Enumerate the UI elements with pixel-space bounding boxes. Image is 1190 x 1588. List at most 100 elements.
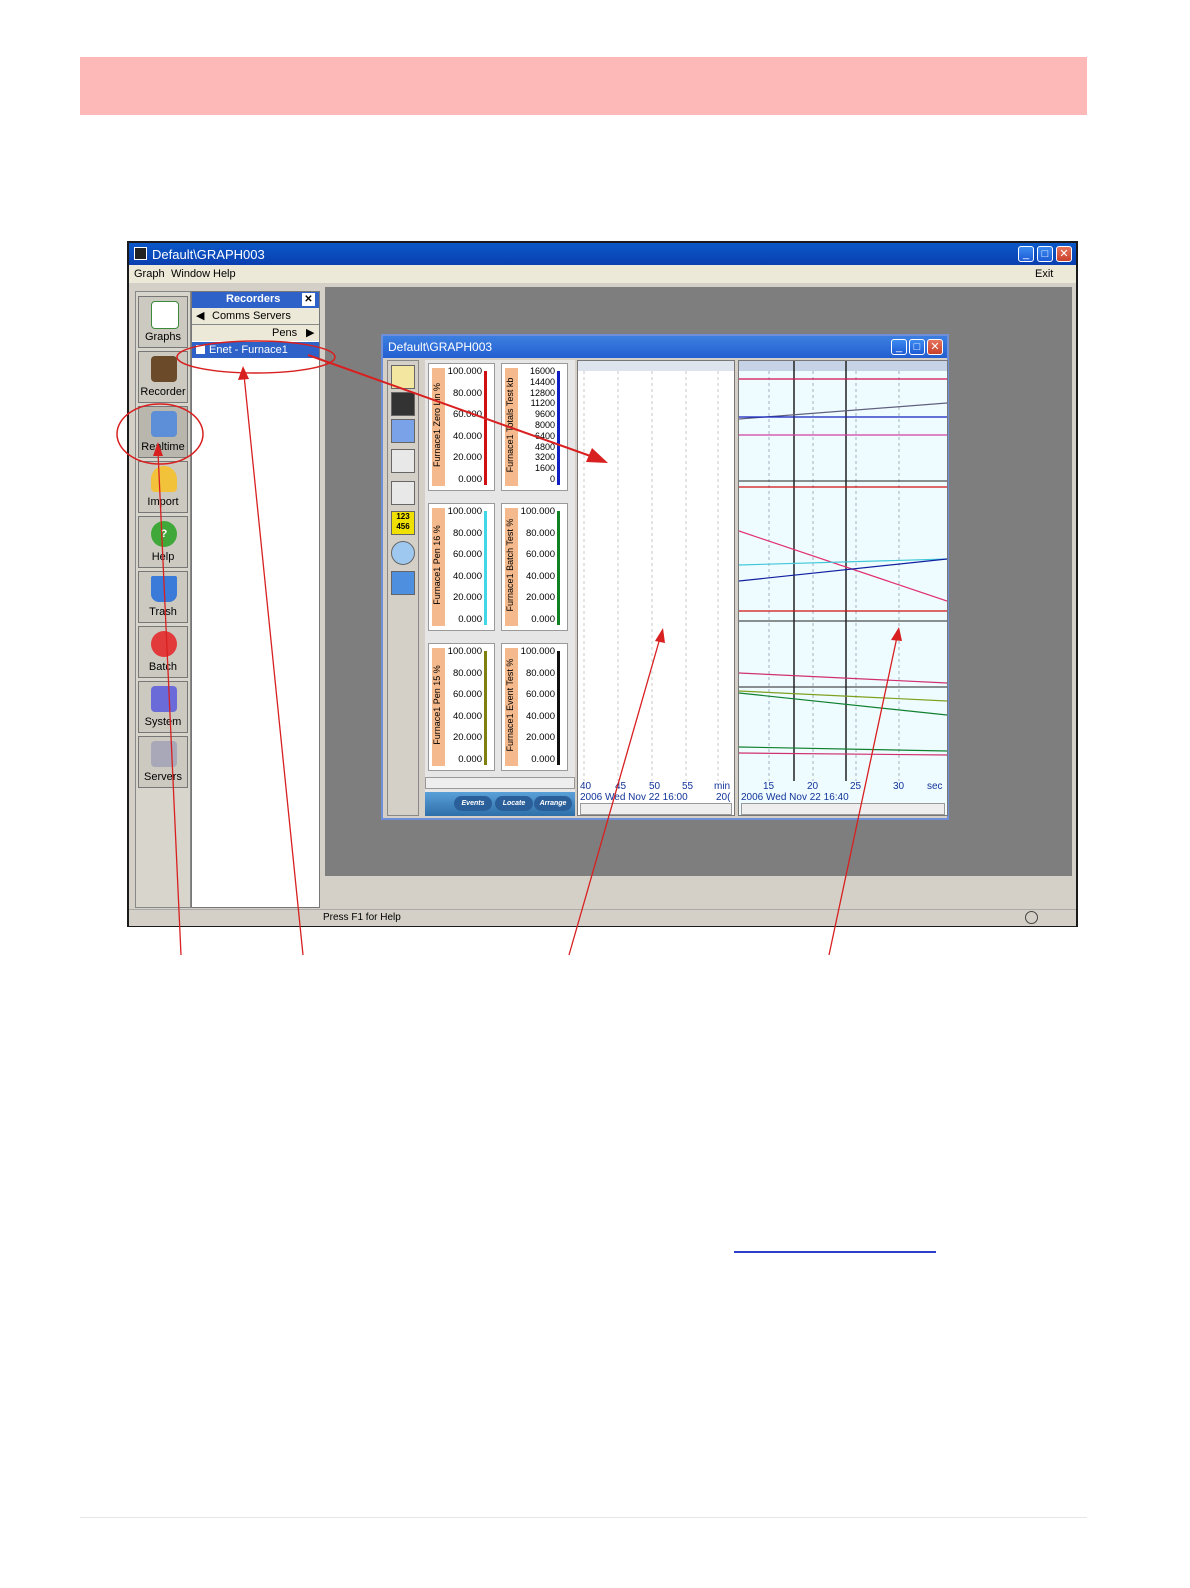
- right-axis-tick: 15: [763, 781, 775, 792]
- shortcut-system[interactable]: System: [138, 681, 188, 733]
- meter-label: Furnace1 Totals Test kb: [505, 377, 515, 473]
- meter-tick: 100.000: [520, 506, 555, 517]
- print-icon[interactable]: [391, 449, 415, 473]
- shortcut-servers[interactable]: Servers: [138, 736, 188, 788]
- recorder-icon-small: [196, 345, 205, 354]
- graph-close-button[interactable]: ✕: [927, 339, 943, 355]
- meter-tick: 40.000: [452, 570, 482, 582]
- shortcut-batch[interactable]: Batch: [138, 626, 188, 678]
- close-button[interactable]: ✕: [1056, 246, 1072, 262]
- chart-view-icon[interactable]: [391, 392, 415, 416]
- trash-icon-small[interactable]: [391, 571, 415, 595]
- meter-scale: [557, 371, 560, 485]
- graph-window: Default\GRAPH003 _ □ ✕ 123 456 Furnace1 Z…: [381, 334, 949, 820]
- arrange-button[interactable]: Arrange: [534, 796, 572, 811]
- meter-tick: 14400: [529, 376, 555, 387]
- meter-scale: [484, 651, 487, 765]
- graph-minimize-button[interactable]: _: [891, 339, 907, 355]
- system-icon: [151, 686, 177, 712]
- application-window: Default\GRAPH003 _ □ ✕ Graph Window Help…: [127, 241, 1078, 927]
- meter-tick: 60.000: [452, 409, 482, 421]
- left-grid: [578, 361, 734, 781]
- shortcut-trash[interactable]: Trash: [138, 571, 188, 623]
- meter-4[interactable]: Furnace1 Batch Test % 100.000 80.000 60.000…: [501, 503, 568, 631]
- graph-window-title-bar: Default\GRAPH003 _ □ ✕: [383, 336, 947, 358]
- locate-button[interactable]: Locate: [495, 796, 533, 811]
- meter-tick: 100.000: [447, 366, 482, 377]
- shortcut-realtime[interactable]: Realtime: [138, 406, 188, 458]
- meter-tick: 80.000: [452, 387, 482, 399]
- status-clock-icon: [1025, 911, 1038, 924]
- meter-label: Furnace1 Event Test %: [505, 658, 515, 752]
- meter-label: Furnace1 Pen 15 %: [432, 665, 442, 745]
- left-axis-date: 2006 Wed Nov 22 16:00: [580, 792, 688, 803]
- left-axis-tick: 45: [615, 781, 627, 792]
- exit-menu[interactable]: Exit: [1035, 268, 1053, 280]
- left-chart-scrollbar[interactable]: [580, 803, 732, 815]
- table-icon[interactable]: [391, 481, 415, 505]
- trend-trace: [739, 530, 947, 602]
- meter-3[interactable]: Furnace1 Pen 16 % 100.000 80.000 60.000 40.0…: [428, 503, 495, 631]
- menu-help[interactable]: Help: [213, 268, 236, 280]
- meter-tick: 40.000: [525, 710, 555, 722]
- meter-scale: [557, 651, 560, 765]
- meter-tick: 12800: [529, 387, 555, 398]
- meter-tick: 20.000: [452, 592, 482, 604]
- meter-tick: 0.000: [458, 614, 482, 625]
- meter-tick: 60.000: [525, 689, 555, 701]
- meter-tick: 40.000: [525, 570, 555, 582]
- meter-tick: 0.000: [458, 754, 482, 765]
- meter-tick: 16000: [529, 366, 555, 376]
- left-axis-tick: 55: [682, 781, 694, 792]
- meter-tick: 20.000: [525, 732, 555, 744]
- app-title-bar: Default\GRAPH003 _ □ ✕: [129, 243, 1076, 265]
- comms-servers-button[interactable]: ◀ Comms Servers: [192, 308, 319, 325]
- pencil-icon[interactable]: [391, 365, 415, 389]
- close-icon[interactable]: ✕: [302, 293, 315, 306]
- realtime-icon: [151, 411, 177, 437]
- network-icon[interactable]: [391, 419, 415, 443]
- menu-graph[interactable]: Graph: [134, 268, 165, 280]
- meter-5[interactable]: Furnace1 Pen 15 % 100.000 80.000 60.000 40.0…: [428, 643, 495, 771]
- meter-tick: 8000: [534, 420, 555, 430]
- meter-6[interactable]: Furnace1 Event Test % 100.000 80.000 60.000…: [501, 643, 568, 771]
- menu-window[interactable]: Window: [171, 268, 210, 280]
- meter-tick: 80.000: [452, 667, 482, 679]
- graph-icon: [151, 301, 179, 329]
- menu-bar: Graph Window Help Exit: [129, 265, 1076, 283]
- shortcut-help[interactable]: ? Help: [138, 516, 188, 568]
- shortcut-bar: Graphs Recorder Realtime Import ? Help T…: [135, 291, 191, 908]
- help-icon: ?: [151, 521, 177, 547]
- right-chart-scrollbar[interactable]: [741, 803, 945, 815]
- minimize-button[interactable]: _: [1018, 246, 1034, 262]
- recorder-item-enet-furnace1[interactable]: Enet - Furnace1: [192, 342, 319, 358]
- shortcut-recorder[interactable]: Recorder: [138, 351, 188, 403]
- digital-display-icon[interactable]: 123 456: [391, 511, 415, 535]
- trend-trace: [739, 672, 947, 684]
- recorders-panel-header: Recorders ✕: [192, 292, 319, 308]
- status-bar: Press F1 for Help: [129, 909, 1076, 926]
- meter-scale: [484, 511, 487, 625]
- right-axis-tick: 20: [807, 781, 819, 792]
- graph-button-row: Events Locate Arrange: [425, 792, 575, 816]
- meter-1[interactable]: Furnace1 Zero Lin % 100.000 80.000 60.000 40…: [428, 363, 495, 491]
- events-button[interactable]: Events: [454, 796, 492, 811]
- meter-tick: 11200: [530, 398, 555, 409]
- graph-maximize-button[interactable]: □: [909, 339, 925, 355]
- meter-tick: 0.000: [531, 754, 555, 765]
- pens-button[interactable]: Pens ▶: [192, 325, 319, 341]
- maximize-button[interactable]: □: [1037, 246, 1053, 262]
- meter-2[interactable]: Furnace1 Totals Test kb 16000 14400 12800 11…: [501, 363, 568, 491]
- meter-tick: 9600: [534, 409, 555, 420]
- right-chart-header: [739, 361, 947, 371]
- globe-icon[interactable]: [391, 541, 415, 565]
- status-text: Press F1 for Help: [323, 912, 401, 923]
- app-icon: [134, 247, 147, 260]
- shortcut-graphs[interactable]: Graphs: [138, 296, 188, 348]
- meter-tick: 100.000: [520, 646, 555, 657]
- recorders-title: Recorders: [226, 293, 281, 305]
- meter-scrollbar[interactable]: [425, 777, 575, 789]
- header-band: [80, 57, 1087, 115]
- shortcut-import[interactable]: Import: [138, 461, 188, 513]
- meter-tick: 60.000: [452, 549, 482, 561]
